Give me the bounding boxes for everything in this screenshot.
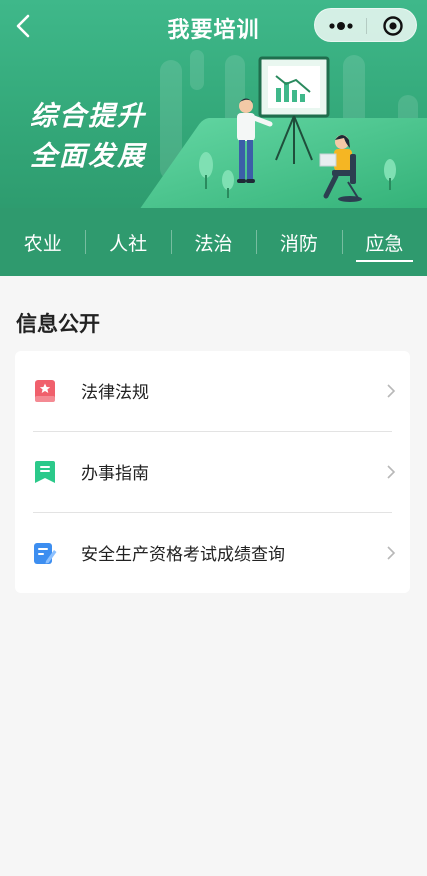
tab-agriculture[interactable]: 农业 <box>0 208 85 276</box>
tab-label: 法治 <box>194 232 233 255</box>
target-circle-icon <box>383 16 403 36</box>
chevron-right-icon <box>387 546 396 560</box>
close-button[interactable] <box>367 9 418 43</box>
more-button[interactable] <box>315 9 366 43</box>
tab-fire-safety[interactable]: 消防 <box>256 208 341 276</box>
tab-emergency[interactable]: 应急 <box>341 208 427 276</box>
tab-label: 消防 <box>279 232 318 255</box>
section-title: 信息公开 <box>16 312 100 336</box>
exam-edit-icon <box>34 543 57 564</box>
training-illustration <box>199 56 396 202</box>
list-item-guide[interactable]: 办事指南 <box>15 432 410 512</box>
tab-law[interactable]: 法治 <box>170 208 256 276</box>
tab-human-resources[interactable]: 人社 <box>85 208 170 276</box>
chevron-right-icon <box>387 384 396 398</box>
banner-slogan-line2: 全面发展 <box>30 141 146 172</box>
info-list-card: 法律法规 办事指南 安全生产资格考试成绩查询 <box>15 351 410 593</box>
tab-label: 农业 <box>23 232 62 255</box>
category-tabs: 农业 人社 法治 消防 应急 <box>0 208 427 276</box>
mini-program-capsule <box>314 8 417 42</box>
list-item-laws[interactable]: 法律法规 <box>15 351 410 431</box>
chevron-right-icon <box>387 465 396 479</box>
tab-label: 人社 <box>109 232 148 255</box>
list-item-exam-results[interactable]: 安全生产资格考试成绩查询 <box>15 513 410 593</box>
tab-label: 应急 <box>365 232 404 255</box>
guide-book-icon <box>35 461 55 483</box>
list-item-label: 安全生产资格考试成绩查询 <box>81 545 285 565</box>
list-item-label: 办事指南 <box>81 464 149 484</box>
law-book-icon <box>35 380 55 402</box>
more-dots-icon <box>329 22 353 30</box>
list-item-label: 法律法规 <box>81 383 149 403</box>
banner-slogan-line1: 综合提升 <box>30 101 146 132</box>
